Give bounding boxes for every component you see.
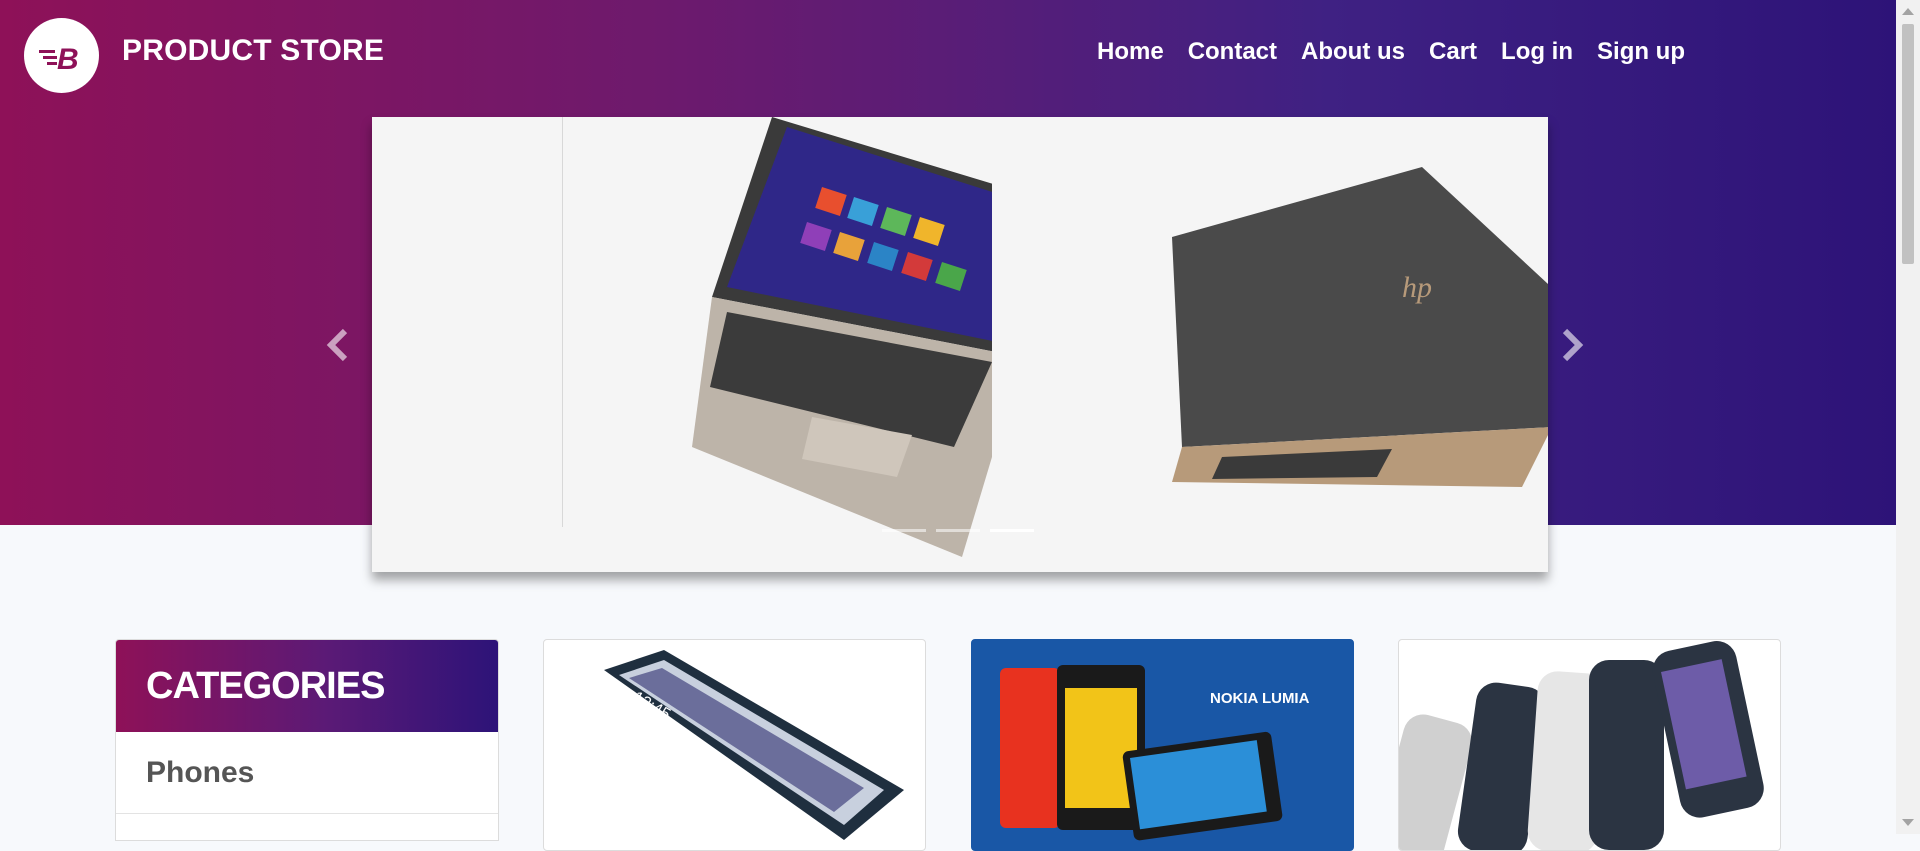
brand-name[interactable]: PRODUCT STORE xyxy=(122,34,384,68)
page-scrollbar[interactable] xyxy=(1896,0,1920,834)
product-image-samsung: 12:45 xyxy=(604,650,904,840)
chevron-right-icon xyxy=(1562,328,1584,362)
nav-about-us[interactable]: About us xyxy=(1301,38,1405,66)
nav-contact[interactable]: Contact xyxy=(1188,38,1277,66)
product-image-nokia-lumia xyxy=(1000,665,1283,841)
scrollbar-thumb[interactable] xyxy=(1902,24,1914,264)
product-image-nexus xyxy=(1399,641,1764,850)
categories-panel: CATEGORIES Phones xyxy=(115,639,499,841)
brand-logo-icon: B xyxy=(38,43,79,76)
laptop-asus-image xyxy=(692,117,992,557)
carousel-indicators xyxy=(882,529,1034,532)
nav-home[interactable]: Home xyxy=(1097,38,1164,66)
categories-title: CATEGORIES xyxy=(116,640,498,732)
carousel-indicator-2[interactable] xyxy=(936,529,980,532)
category-item-phones[interactable]: Phones xyxy=(116,732,498,814)
carousel-indicator-1[interactable] xyxy=(882,529,926,532)
product-card[interactable] xyxy=(1398,639,1781,851)
carousel-indicator-3[interactable] xyxy=(990,529,1034,532)
carousel-next-button[interactable] xyxy=(1557,325,1587,365)
brand-logo[interactable]: B xyxy=(24,18,99,93)
nav-cart[interactable]: Cart xyxy=(1429,38,1477,66)
product-card[interactable]: 12:45 xyxy=(543,639,926,851)
scroll-down-icon[interactable] xyxy=(1902,819,1914,826)
product-carousel: hp xyxy=(372,117,1548,572)
nav-log-in[interactable]: Log in xyxy=(1501,38,1573,66)
lumia-label: NOKIA LUMIA xyxy=(1210,690,1310,707)
chevron-left-icon xyxy=(326,328,348,362)
scroll-up-icon[interactable] xyxy=(1902,8,1914,15)
carousel-prev-button[interactable] xyxy=(323,325,353,365)
svg-text:hp: hp xyxy=(1402,271,1432,304)
slide-divider xyxy=(562,117,563,527)
svg-text:B: B xyxy=(57,43,79,76)
nav-sign-up[interactable]: Sign up xyxy=(1597,38,1685,66)
main-nav: Home Contact About us Cart Log in Sign u… xyxy=(1097,38,1709,66)
laptop-hp-image: hp xyxy=(1172,167,1548,487)
product-card[interactable]: NOKIA LUMIA xyxy=(971,639,1354,851)
